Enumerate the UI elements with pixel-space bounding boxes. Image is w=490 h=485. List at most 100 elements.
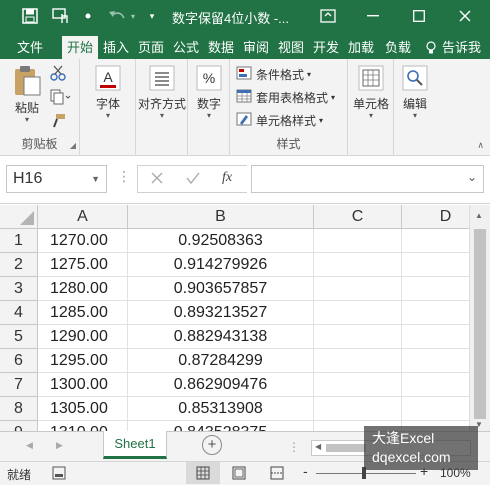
cell-a[interactable]: 1310.00 — [38, 421, 128, 431]
enter-icon[interactable] — [186, 171, 200, 188]
collapse-ribbon-icon[interactable]: ∧ — [477, 140, 484, 151]
sheet-tab-sheet1[interactable]: Sheet1 — [103, 431, 167, 459]
cell-b[interactable]: 0.893213527 — [128, 301, 314, 325]
row-header[interactable]: 7 — [0, 373, 38, 397]
scroll-up-icon[interactable]: ▲ — [475, 211, 483, 220]
number-button[interactable]: % 数字 ▾ — [190, 65, 228, 120]
save-icon[interactable] — [20, 6, 40, 26]
cell-c[interactable] — [314, 349, 402, 373]
tab-home[interactable]: 开始 — [62, 36, 98, 59]
cell-a[interactable]: 1280.00 — [38, 277, 128, 301]
page-break-view-icon[interactable] — [270, 466, 284, 483]
row-header[interactable]: 2 — [0, 253, 38, 277]
cell-b[interactable]: 0.92508363 — [128, 229, 314, 253]
cell-styles-button[interactable]: 单元格样式 ▾ — [236, 110, 323, 130]
row-header[interactable]: 9 — [0, 421, 38, 431]
cells-icon — [348, 65, 394, 95]
macro-record-icon[interactable] — [52, 466, 66, 483]
cell-b[interactable]: 0.85313908 — [128, 397, 314, 421]
tab-formulas[interactable]: 公式 — [170, 36, 202, 59]
tab-view[interactable]: 视图 — [275, 36, 307, 59]
cells-button[interactable]: 单元格 ▾ — [348, 65, 394, 120]
cell-a[interactable]: 1300.00 — [38, 373, 128, 397]
cell-c[interactable] — [314, 301, 402, 325]
tab-developer[interactable]: 开发 — [310, 36, 342, 59]
tab-insert[interactable]: 插入 — [100, 36, 132, 59]
expand-formula-bar-icon[interactable]: ⌄ — [467, 170, 477, 184]
customize-qat-icon[interactable]: ▾ — [146, 6, 158, 26]
tab-page-layout[interactable]: 页面 — [135, 36, 167, 59]
tab-data[interactable]: 数据 — [205, 36, 237, 59]
maximize-icon[interactable] — [404, 4, 434, 28]
cell-c[interactable] — [314, 325, 402, 349]
row-header[interactable]: 6 — [0, 349, 38, 373]
row-header[interactable]: 4 — [0, 301, 38, 325]
minimize-icon[interactable] — [358, 4, 388, 28]
editing-button[interactable]: 编辑 ▾ — [396, 65, 434, 120]
normal-view-button[interactable] — [186, 462, 220, 484]
add-sheet-icon[interactable]: + — [202, 435, 222, 455]
ribbon-display-icon[interactable] — [318, 6, 338, 26]
cell-b[interactable]: 0.862909476 — [128, 373, 314, 397]
scroll-left-icon[interactable]: ◀ — [315, 442, 321, 451]
alignment-button[interactable]: 对齐方式 ▾ — [136, 65, 188, 120]
row-header[interactable]: 8 — [0, 397, 38, 421]
cell-a[interactable]: 1295.00 — [38, 349, 128, 373]
paste-button[interactable]: 粘贴 ▾ — [8, 65, 46, 124]
close-icon[interactable] — [450, 4, 480, 28]
cell-a[interactable]: 1285.00 — [38, 301, 128, 325]
cell-b[interactable]: 0.882943138 — [128, 325, 314, 349]
cell-a[interactable]: 1270.00 — [38, 229, 128, 253]
format-painter-icon[interactable] — [50, 113, 66, 132]
cell-c[interactable] — [314, 277, 402, 301]
undo-dropdown-icon[interactable]: ▾ — [128, 6, 138, 26]
cut-icon[interactable] — [50, 65, 66, 84]
cell-b[interactable]: 0.87284299 — [128, 349, 314, 373]
cell-b[interactable]: 0.914279926 — [128, 253, 314, 277]
column-header-b[interactable]: B — [128, 205, 314, 229]
tab-file[interactable]: 文件 — [6, 36, 54, 59]
touch-mode-icon[interactable] — [50, 6, 72, 26]
row-header[interactable]: 3 — [0, 277, 38, 301]
dialog-launcher-icon[interactable]: ◢ — [70, 141, 76, 150]
cell-c[interactable] — [314, 253, 402, 277]
insert-function-icon[interactable]: fx — [222, 170, 232, 186]
next-sheet-icon[interactable]: ▶ — [56, 440, 63, 451]
cell-a[interactable]: 1275.00 — [38, 253, 128, 277]
cell-c[interactable] — [314, 373, 402, 397]
prev-sheet-icon[interactable]: ◀ — [26, 440, 33, 451]
tab-load[interactable]: 负载 — [382, 36, 414, 59]
cell-c[interactable] — [314, 397, 402, 421]
chevron-down-icon[interactable]: ▼ — [91, 166, 100, 192]
conditional-formatting-button[interactable]: 条件格式 ▾ — [236, 64, 311, 84]
undo-icon[interactable] — [106, 6, 128, 26]
vertical-scroll-thumb[interactable] — [474, 229, 486, 419]
zoom-slider[interactable] — [316, 467, 416, 479]
cell-a[interactable]: 1290.00 — [38, 325, 128, 349]
row-header[interactable]: 1 — [0, 229, 38, 253]
tell-me-search[interactable]: 告诉我 — [442, 36, 490, 59]
cell-b[interactable]: 0.903657857 — [128, 277, 314, 301]
formula-input[interactable]: ⌄ — [251, 165, 484, 193]
cell-a[interactable]: 1305.00 — [38, 397, 128, 421]
row-header[interactable]: 5 — [0, 325, 38, 349]
tab-review[interactable]: 审阅 — [240, 36, 272, 59]
cell-c[interactable] — [314, 229, 402, 253]
column-header-c[interactable]: C — [314, 205, 402, 229]
select-all-corner[interactable] — [0, 205, 38, 229]
name-box[interactable]: H16 ▼ — [6, 165, 107, 193]
font-button[interactable]: A 字体 ▾ — [88, 65, 128, 120]
tab-addins[interactable]: 加载 — [345, 36, 377, 59]
page-layout-view-icon[interactable] — [232, 466, 246, 483]
zoom-out-button[interactable]: - — [303, 463, 308, 479]
format-as-table-button[interactable]: 套用表格格式 ▾ — [236, 87, 335, 107]
copy-icon[interactable] — [50, 89, 72, 108]
horizontal-scroll-thumb[interactable] — [326, 444, 366, 452]
cancel-icon[interactable] — [150, 171, 164, 188]
worksheet-grid[interactable]: A B C D 1 1270.00 0.92508363 2 1275.00 0.9142… — [0, 205, 490, 431]
splitter-icon[interactable]: ⋮ — [117, 168, 131, 185]
vertical-scrollbar[interactable]: ▲ ▼ — [469, 205, 490, 431]
column-header-a[interactable]: A — [38, 205, 128, 229]
tab-splitter-icon[interactable]: ⋮ — [288, 440, 300, 454]
cell-b[interactable]: 0.843528375 — [128, 421, 314, 431]
